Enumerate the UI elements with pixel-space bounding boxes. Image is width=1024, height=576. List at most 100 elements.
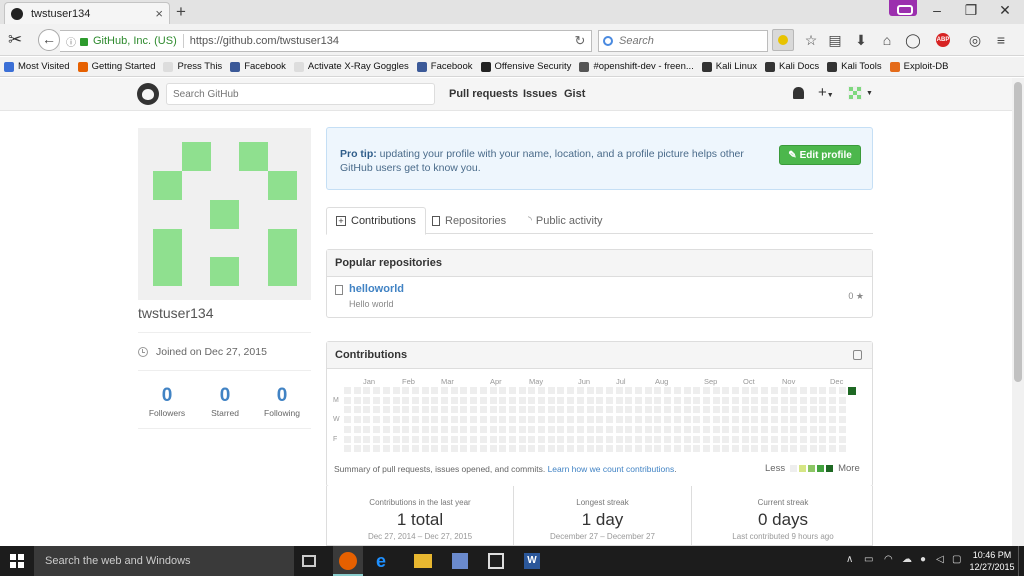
calendar-day-cell[interactable]	[790, 435, 798, 443]
calendar-day-cell[interactable]	[693, 416, 701, 424]
calendar-day-cell[interactable]	[615, 396, 623, 404]
download-icon[interactable]: ⬇	[852, 31, 870, 49]
calendar-day-cell[interactable]	[644, 445, 652, 453]
bookmark-item[interactable]: Press This	[163, 61, 222, 72]
calendar-day-cell[interactable]	[654, 435, 662, 443]
calendar-day-cell[interactable]	[450, 425, 458, 433]
calendar-day-cell[interactable]	[780, 435, 788, 443]
calendar-day-cell[interactable]	[751, 435, 759, 443]
calendar-day-cell[interactable]	[363, 416, 371, 424]
calendar-day-cell[interactable]	[421, 435, 429, 443]
calendar-day-cell[interactable]	[673, 445, 681, 453]
calendar-day-cell[interactable]	[809, 435, 817, 443]
calendar-day-cell[interactable]	[499, 416, 507, 424]
minimize-icon[interactable]: –	[922, 2, 952, 18]
calendar-day-cell[interactable]	[615, 425, 623, 433]
calendar-day-cell[interactable]	[644, 425, 652, 433]
calendar-day-cell[interactable]	[722, 406, 730, 414]
calendar-day-cell[interactable]	[673, 387, 681, 394]
calendar-day-cell[interactable]	[363, 396, 371, 404]
calendar-day-cell[interactable]	[528, 396, 536, 404]
browser-search-input[interactable]	[619, 35, 759, 47]
calendar-day-cell[interactable]	[479, 396, 487, 404]
calendar-day-cell[interactable]	[673, 406, 681, 414]
calendar-day-cell[interactable]	[363, 425, 371, 433]
calendar-day-cell[interactable]	[567, 406, 575, 414]
calendar-day-cell[interactable]	[625, 445, 633, 453]
calendar-day-cell[interactable]	[576, 396, 584, 404]
calendar-day-cell[interactable]	[460, 425, 468, 433]
user-avatar[interactable]	[848, 86, 862, 100]
calendar-day-cell[interactable]	[557, 445, 565, 453]
chat-icon[interactable]: ◯	[904, 31, 922, 49]
calendar-day-cell[interactable]	[722, 435, 730, 443]
calendar-day-cell[interactable]	[392, 406, 400, 414]
learn-contributions-link[interactable]: Learn how we count contributions	[548, 464, 675, 474]
calendar-day-cell[interactable]	[751, 416, 759, 424]
calendar-day-cell[interactable]	[654, 416, 662, 424]
calendar-day-cell[interactable]	[741, 396, 749, 404]
calendar-day-cell[interactable]	[431, 416, 439, 424]
calendar-day-cell[interactable]	[683, 416, 691, 424]
calendar-day-cell[interactable]	[344, 396, 351, 404]
calendar-day-cell[interactable]	[421, 396, 429, 404]
calendar-day-cell[interactable]	[732, 406, 739, 414]
file-explorer-icon[interactable]	[414, 554, 432, 568]
calendar-day-cell[interactable]	[644, 387, 652, 394]
calendar-day-cell[interactable]	[615, 406, 623, 414]
scrollbar-thumb[interactable]	[1014, 82, 1022, 382]
followers-stat[interactable]: 0 Followers	[138, 385, 196, 418]
calendar-day-cell[interactable]	[353, 425, 361, 433]
calendar-day-cell[interactable]	[761, 387, 769, 394]
calendar-day-cell[interactable]	[722, 387, 730, 394]
calendar-day-cell[interactable]	[819, 416, 827, 424]
calendar-day-cell[interactable]	[489, 416, 497, 424]
calendar-day-cell[interactable]	[547, 416, 555, 424]
battery-icon[interactable]: ▭	[864, 554, 873, 565]
calendar-day-cell[interactable]	[770, 387, 778, 394]
bookmark-item[interactable]: Facebook	[230, 61, 286, 72]
calendar-day-cell[interactable]	[518, 425, 526, 433]
calendar-day-cell[interactable]	[586, 425, 594, 433]
notifications-bell-icon[interactable]	[793, 87, 804, 99]
calendar-day-cell[interactable]	[431, 435, 439, 443]
calendar-day-cell[interactable]	[829, 416, 836, 424]
calendar-day-cell[interactable]	[499, 445, 507, 453]
calendar-day-cell[interactable]	[402, 406, 410, 414]
calendar-day-cell[interactable]	[664, 435, 672, 443]
calendar-day-cell[interactable]	[586, 435, 594, 443]
calendar-day-cell[interactable]	[712, 435, 720, 443]
calendar-day-cell[interactable]	[538, 416, 545, 424]
calendar-day-cell[interactable]	[780, 387, 788, 394]
calendar-day-cell[interactable]	[615, 435, 623, 443]
calendar-day-cell[interactable]	[392, 445, 400, 453]
calendar-day-cell[interactable]	[557, 416, 565, 424]
calendar-day-cell[interactable]	[518, 445, 526, 453]
adblock-icon[interactable]: ABP	[936, 33, 950, 47]
calendar-day-cell[interactable]	[732, 445, 739, 453]
calendar-day-cell[interactable]	[741, 387, 749, 394]
calendar-day-cell[interactable]	[373, 425, 381, 433]
calendar-day-cell[interactable]	[363, 445, 371, 453]
calendar-day-cell[interactable]	[402, 387, 410, 394]
calendar-day-cell[interactable]	[508, 435, 516, 443]
calendar-day-cell[interactable]	[809, 406, 817, 414]
calendar-day-cell[interactable]	[363, 406, 371, 414]
bookmark-item[interactable]: Exploit-DB	[889, 61, 948, 72]
calendar-day-cell[interactable]	[411, 406, 419, 414]
calendar-day-cell[interactable]	[450, 416, 458, 424]
calendar-day-cell[interactable]	[819, 396, 827, 404]
calendar-day-cell[interactable]	[635, 387, 642, 394]
windows-start-icon[interactable]	[10, 554, 24, 568]
calendar-day-cell[interactable]	[567, 416, 575, 424]
calendar-day-cell[interactable]	[693, 445, 701, 453]
calendar-day-cell[interactable]	[576, 435, 584, 443]
github-logo-icon[interactable]	[137, 83, 159, 105]
calendar-day-cell[interactable]	[450, 435, 458, 443]
scissors-icon[interactable]: ✂	[8, 30, 22, 50]
calendar-day-cell[interactable]	[382, 387, 390, 394]
calendar-day-cell[interactable]	[470, 387, 478, 394]
calendar-day-cell[interactable]	[819, 435, 827, 443]
calendar-day-cell[interactable]	[838, 445, 846, 453]
calendar-day-cell[interactable]	[644, 416, 652, 424]
